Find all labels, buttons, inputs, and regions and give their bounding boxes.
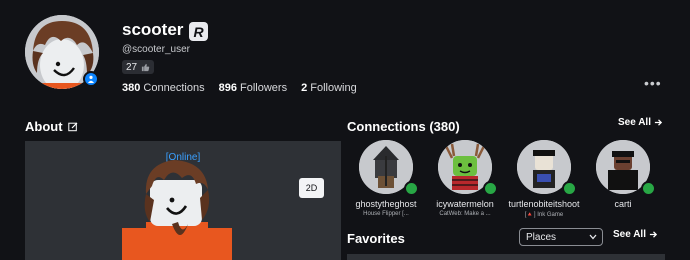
verified-badge-icon xyxy=(83,71,99,87)
display-name: scooter xyxy=(122,20,184,39)
followers-stat[interactable]: 896 Followers xyxy=(219,82,288,94)
about-heading: About xyxy=(25,119,78,134)
friend-status: House Flipper [... xyxy=(363,211,409,217)
friend-avatar xyxy=(438,140,498,196)
friend-card[interactable]: turtlenobiteitshoot [🔺] Ink Game xyxy=(504,140,584,218)
presence-game-icon xyxy=(404,181,419,196)
likes-chip[interactable]: 27 xyxy=(122,60,155,74)
thumbs-up-icon xyxy=(142,63,150,71)
friend-card[interactable]: ghostytheghost House Flipper [... xyxy=(346,140,426,217)
profile-header: scooter R @scooter_user 27 380 Connectio… xyxy=(0,0,690,110)
friend-status: [🔺] Ink Game xyxy=(524,212,564,218)
friend-name: ghostytheghost xyxy=(355,199,417,209)
friend-name: carti xyxy=(614,199,632,209)
friend-card[interactable]: carti xyxy=(583,140,663,211)
favorites-filter-select[interactable]: Places xyxy=(519,228,603,246)
favorites-list xyxy=(347,254,665,260)
friend-name: icywatermelon xyxy=(436,199,494,209)
friend-avatar xyxy=(359,140,419,196)
connections-heading: Connections (380) xyxy=(347,119,460,134)
favorites-see-all-button[interactable]: See All xyxy=(613,229,658,240)
connections-stat[interactable]: 380 Connections xyxy=(122,82,205,94)
presence-game-icon xyxy=(483,181,498,196)
friend-avatar xyxy=(517,140,577,196)
friend-name: turtlenobiteitshoot xyxy=(508,199,580,209)
presence-game-icon xyxy=(641,181,656,196)
profile-stats: 380 Connections 896 Followers 2 Followin… xyxy=(122,82,357,94)
following-stat[interactable]: 2 Following xyxy=(301,82,357,94)
chevron-down-icon xyxy=(589,234,597,240)
view-2d-button[interactable]: 2D xyxy=(299,178,324,198)
username-handle: @scooter_user xyxy=(122,44,190,55)
friend-avatar xyxy=(596,140,656,196)
arrow-right-icon xyxy=(649,231,658,238)
likes-count: 27 xyxy=(126,61,138,73)
friend-status: CatWeb: Make a ... xyxy=(439,211,491,217)
connections-see-all-button[interactable]: See All xyxy=(618,117,663,128)
arrow-right-icon xyxy=(654,119,663,126)
friend-card[interactable]: icywatermelon CatWeb: Make a ... xyxy=(425,140,505,217)
edit-icon[interactable] xyxy=(67,122,78,132)
favorites-heading: Favorites xyxy=(347,231,405,246)
avatar-3d-icon xyxy=(122,160,232,260)
more-options-icon[interactable]: ••• xyxy=(644,75,662,91)
presence-game-icon xyxy=(562,181,577,196)
premium-badge-icon: R xyxy=(189,22,208,41)
